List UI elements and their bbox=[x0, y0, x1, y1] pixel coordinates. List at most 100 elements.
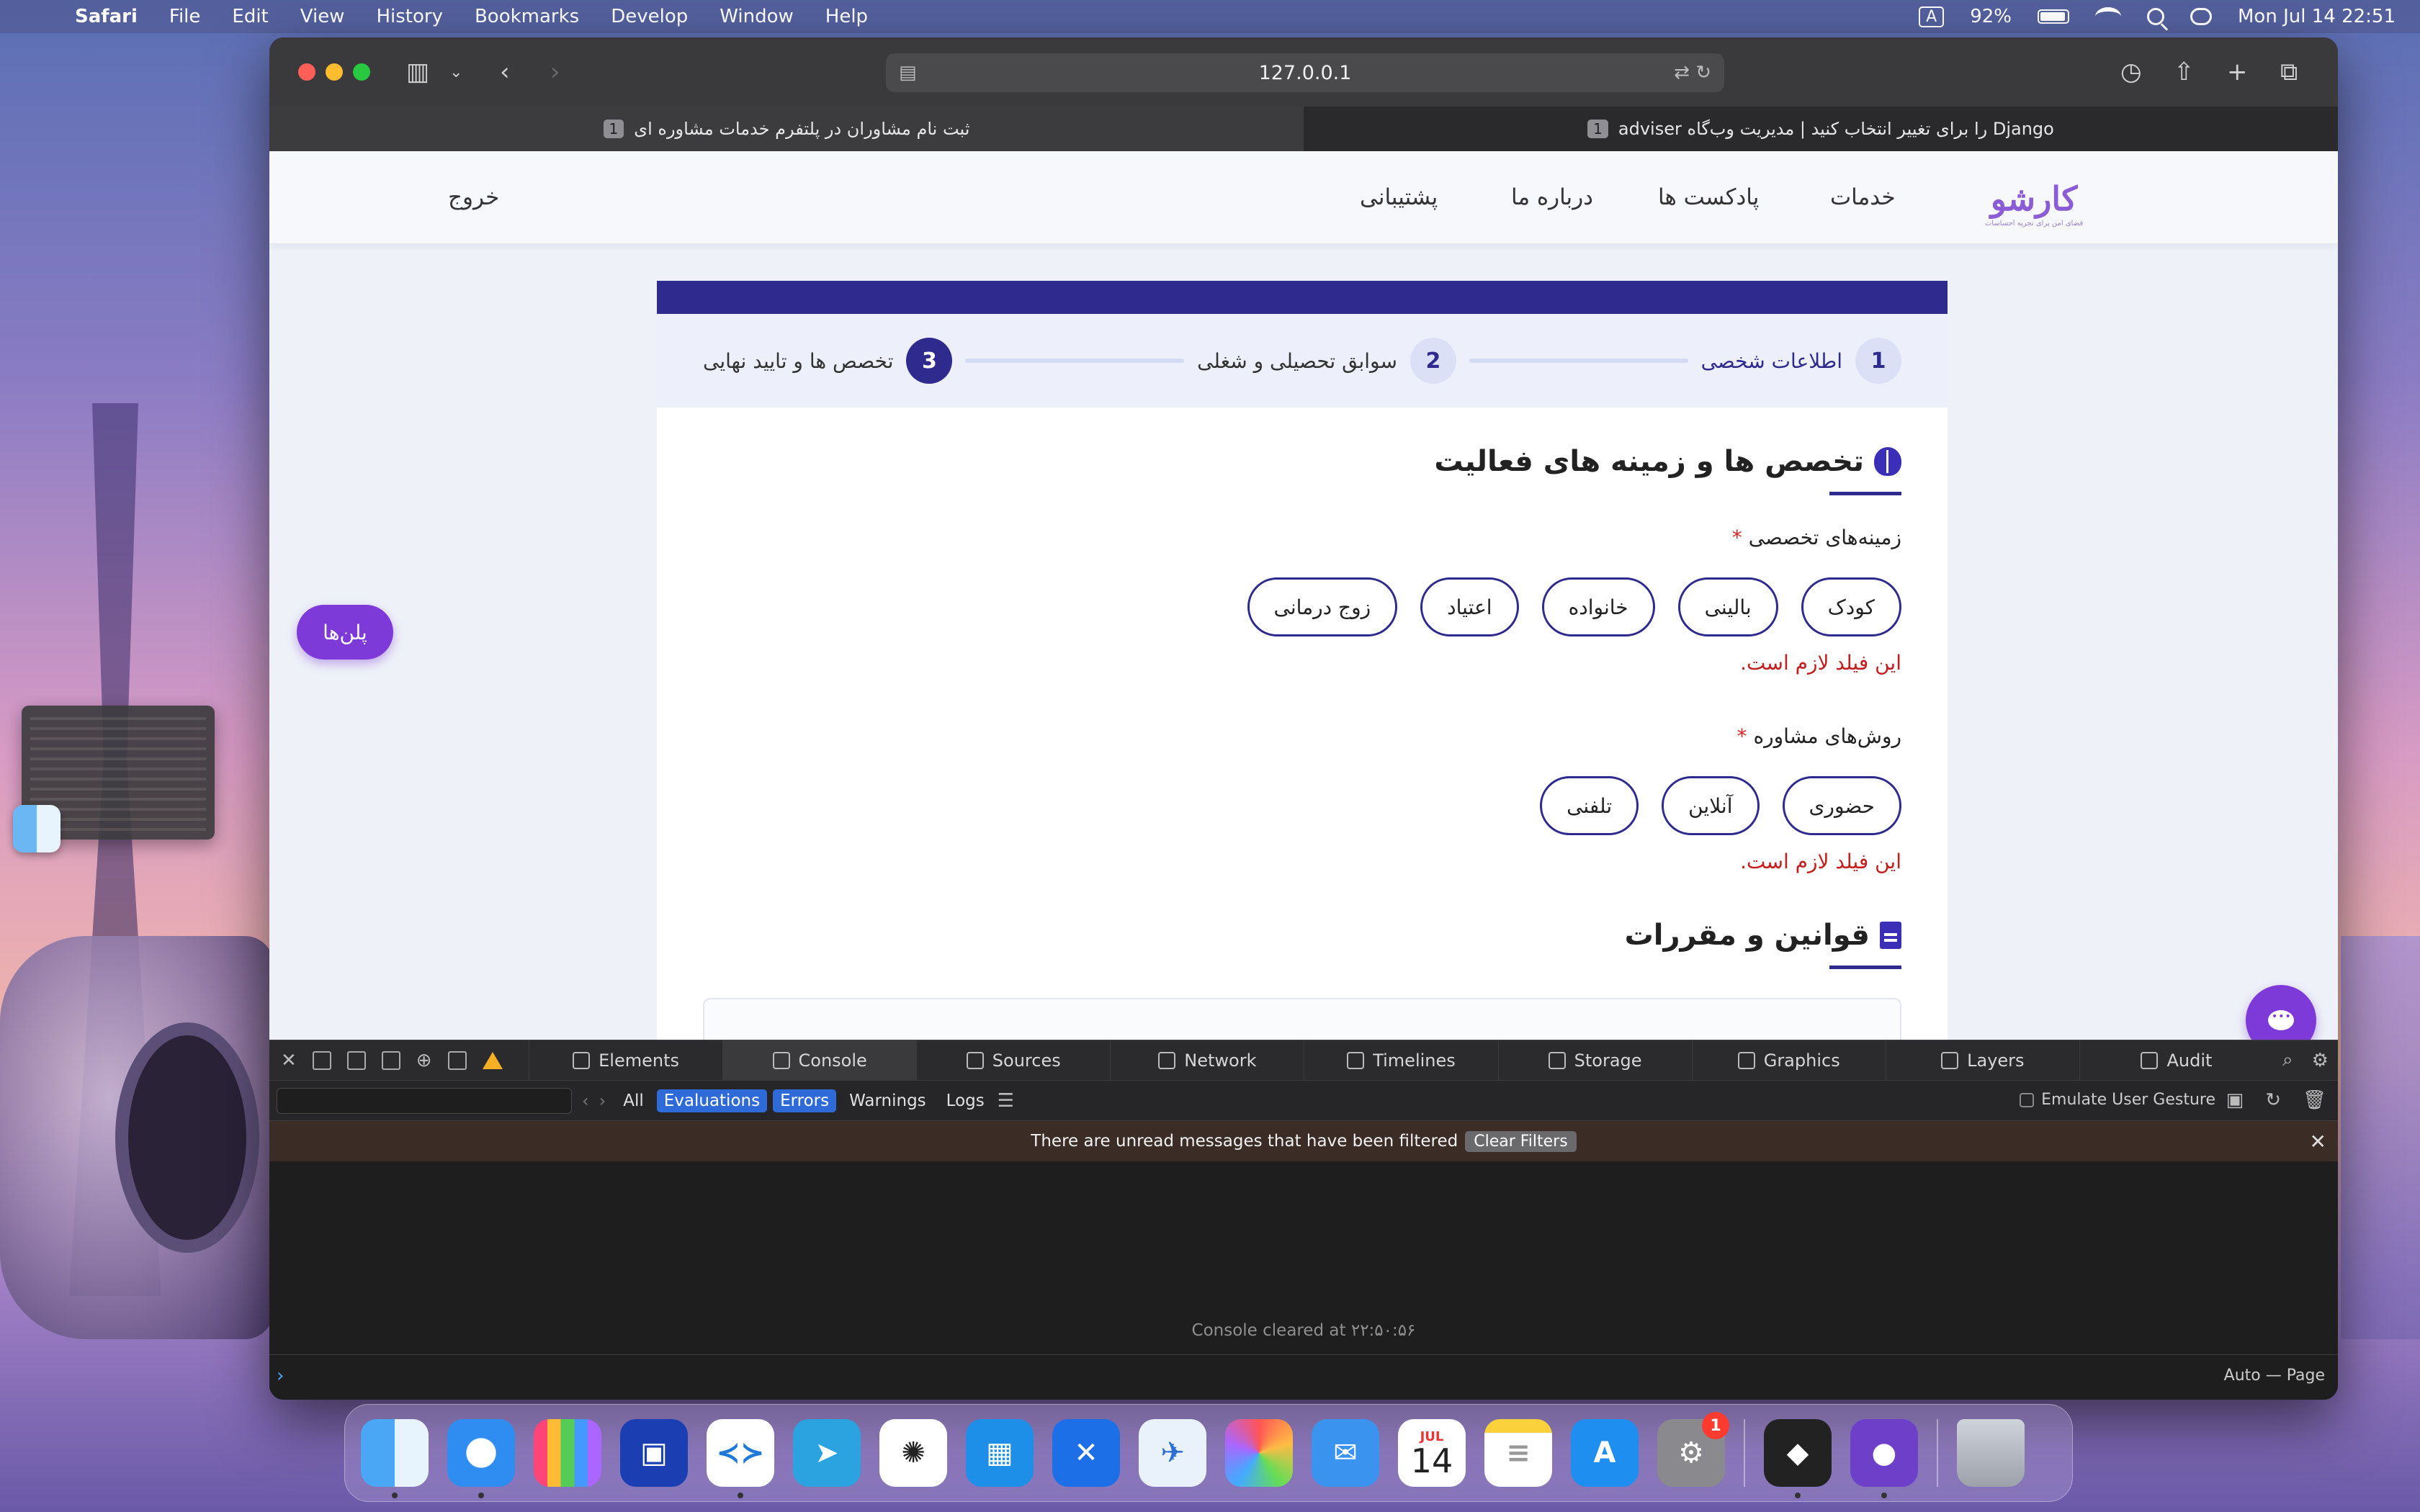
github-desktop-dock-icon[interactable]: ● bbox=[1850, 1419, 1918, 1498]
close-inspector-icon[interactable]: ✕ bbox=[281, 1050, 297, 1071]
tab-overview-icon[interactable]: ⧉ bbox=[2280, 58, 2298, 86]
tab-sources[interactable]: Sources bbox=[916, 1040, 1110, 1081]
safari-dock-icon[interactable] bbox=[447, 1419, 515, 1498]
minimize-window-button[interactable] bbox=[326, 63, 343, 81]
sidebar-toggle-icon[interactable]: ▥ bbox=[406, 58, 429, 86]
menu-app-name[interactable]: Safari bbox=[75, 6, 138, 27]
logout-link[interactable]: خروج bbox=[448, 184, 499, 210]
method-in-person[interactable]: حضوری bbox=[1782, 776, 1901, 835]
telegram-dock-icon[interactable]: ➤ bbox=[793, 1419, 861, 1487]
nav-support[interactable]: پشتیبانی bbox=[1360, 184, 1438, 210]
vscode-dock-icon[interactable]: ≺≻ bbox=[707, 1419, 774, 1498]
method-phone[interactable]: تلفنی bbox=[1540, 776, 1639, 835]
apple-menu-icon[interactable] bbox=[27, 4, 53, 30]
page-menu-icon[interactable]: ▤ bbox=[899, 62, 917, 84]
clear-filters-button[interactable]: Clear Filters bbox=[1465, 1130, 1577, 1152]
menu-bookmarks[interactable]: Bookmarks bbox=[475, 6, 579, 27]
nav-podcasts[interactable]: پادکست ها bbox=[1658, 184, 1759, 210]
device-settings-icon[interactable] bbox=[447, 1050, 467, 1070]
forward-icon[interactable]: › bbox=[550, 58, 560, 86]
inspector-search-icon[interactable]: ⌕ bbox=[2282, 1049, 2293, 1071]
menu-view[interactable]: View bbox=[300, 6, 345, 27]
control-center-icon[interactable] bbox=[2190, 8, 2212, 25]
trash-dock-icon[interactable] bbox=[1957, 1419, 2025, 1487]
emulate-gesture-checkbox[interactable] bbox=[2020, 1092, 2035, 1107]
close-window-button[interactable] bbox=[298, 63, 315, 81]
menu-develop[interactable]: Develop bbox=[611, 6, 688, 27]
share-icon[interactable]: ⇧ bbox=[2174, 58, 2195, 86]
tab-graphics[interactable]: Graphics bbox=[1691, 1040, 1886, 1081]
mail-dock-icon[interactable]: ✉ bbox=[1312, 1419, 1379, 1487]
reload-icon[interactable]: ↻ bbox=[2265, 1089, 2281, 1111]
preserve-log-icon[interactable]: ▣ bbox=[2226, 1089, 2244, 1111]
tab-layers[interactable]: Layers bbox=[1885, 1040, 2079, 1081]
console-filter-input[interactable] bbox=[277, 1087, 572, 1114]
history-icon[interactable]: ◷ bbox=[2120, 58, 2142, 86]
finder-dock-icon[interactable] bbox=[361, 1419, 429, 1498]
detach-icon[interactable] bbox=[381, 1050, 400, 1070]
app-store-dock-icon[interactable]: A bbox=[1571, 1419, 1639, 1487]
menu-window[interactable]: Window bbox=[720, 6, 794, 27]
dock-right-icon[interactable] bbox=[346, 1050, 366, 1070]
translate-reload-icons[interactable]: ⇄ ↻ bbox=[1674, 62, 1711, 84]
tab-audit[interactable]: Audit bbox=[2079, 1040, 2273, 1081]
filter-all[interactable]: All bbox=[616, 1089, 651, 1112]
tab-network[interactable]: Network bbox=[1110, 1040, 1304, 1081]
console-prompt[interactable]: › Auto — Page bbox=[269, 1354, 2338, 1400]
finder-icon[interactable] bbox=[13, 805, 60, 852]
specialty-couples[interactable]: زوج درمانی bbox=[1247, 577, 1398, 636]
nav-about[interactable]: درباره ما bbox=[1511, 184, 1593, 210]
nav-services[interactable]: خدمات bbox=[1830, 184, 1896, 210]
previous-match-icon[interactable]: ‹ bbox=[582, 1091, 589, 1111]
tab-storage[interactable]: Storage bbox=[1497, 1040, 1692, 1081]
battery-icon[interactable] bbox=[2038, 9, 2069, 24]
filter-evaluations[interactable]: Evaluations bbox=[656, 1089, 768, 1112]
filter-logs[interactable]: Logs bbox=[939, 1089, 992, 1112]
site-logo[interactable]: کارشو فضای امن برای تجربه احساسات bbox=[1984, 170, 2084, 228]
emulate-gesture-option[interactable]: Emulate User Gesture bbox=[2020, 1091, 2215, 1109]
tab-django-admin[interactable]: 1 Django را برای تغییر انتخاب کنید | مدی… bbox=[1304, 107, 2338, 151]
warning-icon[interactable] bbox=[482, 1051, 503, 1069]
dock-left-icon[interactable] bbox=[312, 1050, 331, 1070]
chat-button[interactable] bbox=[2246, 985, 2316, 1040]
calendar-dock-icon[interactable]: JUL 14 bbox=[1398, 1419, 1466, 1487]
specialty-clinical[interactable]: بالینی bbox=[1677, 577, 1778, 636]
filter-errors[interactable]: Errors bbox=[773, 1089, 837, 1112]
chatgpt-dock-icon[interactable]: ✺ bbox=[879, 1419, 947, 1487]
menu-history[interactable]: History bbox=[376, 6, 443, 27]
new-tab-icon[interactable]: + bbox=[2227, 58, 2248, 86]
filter-options-icon[interactable]: ☰ bbox=[998, 1090, 1014, 1112]
menu-help[interactable]: Help bbox=[825, 6, 868, 27]
method-online[interactable]: آنلاین bbox=[1662, 776, 1760, 835]
notes-dock-icon[interactable]: ≡ bbox=[1484, 1419, 1552, 1487]
specialty-family[interactable]: خانواده bbox=[1541, 577, 1655, 636]
tab-timelines[interactable]: Timelines bbox=[1304, 1040, 1497, 1081]
menu-clock[interactable]: Mon Jul 14 22:51 bbox=[2238, 6, 2396, 27]
plans-button[interactable]: پلن‌ها bbox=[297, 605, 393, 660]
spotlight-search-icon[interactable] bbox=[2147, 8, 2164, 25]
zoom-window-button[interactable] bbox=[353, 63, 370, 81]
menu-edit[interactable]: Edit bbox=[232, 6, 268, 27]
chevron-down-icon[interactable]: ⌄ bbox=[449, 63, 462, 81]
migration-dock-icon[interactable]: ✈ bbox=[1139, 1419, 1206, 1487]
wifi-icon[interactable] bbox=[2095, 7, 2121, 26]
tab-advisor-signup[interactable]: 1 ثبت نام مشاوران در پلتفرم خدمات مشاوره… bbox=[269, 107, 1304, 151]
tab-console[interactable]: Console bbox=[722, 1040, 917, 1081]
menu-file[interactable]: File bbox=[169, 6, 201, 27]
execution-context-selector[interactable]: Auto — Page bbox=[2224, 1367, 2325, 1385]
xcode-dock-icon[interactable]: ✕ bbox=[1052, 1419, 1120, 1487]
specialty-addiction[interactable]: اعتیاد bbox=[1420, 577, 1519, 636]
tab-elements[interactable]: Elements bbox=[529, 1040, 722, 1081]
back-icon[interactable]: ‹ bbox=[500, 58, 510, 86]
cube-app-dock-icon[interactable]: ◆ bbox=[1764, 1419, 1832, 1498]
inspector-settings-icon[interactable]: ⚙ bbox=[2312, 1050, 2329, 1071]
specialty-child[interactable]: کودک bbox=[1801, 577, 1901, 636]
next-match-icon[interactable]: › bbox=[599, 1091, 606, 1111]
close-icon[interactable]: ✕ bbox=[2310, 1130, 2326, 1153]
trash-icon[interactable]: 🗑 bbox=[2303, 1089, 2326, 1111]
element-picker-icon[interactable]: ⊕ bbox=[416, 1050, 432, 1071]
address-bar[interactable]: ▤ 127.0.0.1 ⇄ ↻ bbox=[886, 53, 1724, 92]
launchpad-dock-icon[interactable] bbox=[534, 1419, 601, 1487]
system-settings-dock-icon[interactable]: ⚙ 1 bbox=[1657, 1412, 1729, 1487]
docker-dock-icon[interactable]: ▦ bbox=[966, 1419, 1034, 1487]
